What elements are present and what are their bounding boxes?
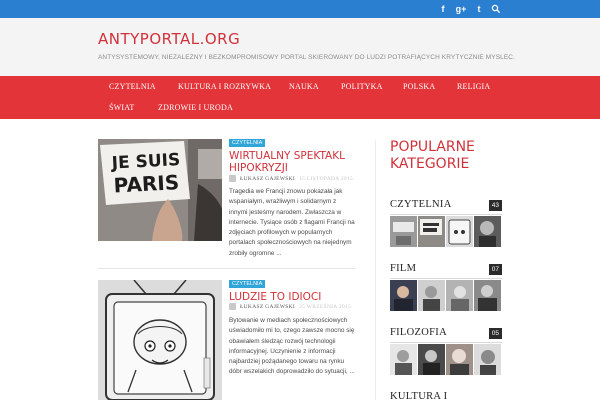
nav-item-religia[interactable]: RELIGIA (457, 82, 490, 91)
author-avatar (229, 303, 236, 310)
post-thumbnail-cartoon[interactable] (98, 280, 222, 400)
category-czytelnia[interactable]: CZYTELNIA 43 (390, 199, 502, 213)
category-thumb[interactable] (446, 216, 473, 247)
category-name[interactable]: FILM (390, 263, 416, 274)
sidebar-title: POPULARNE KATEGORIE (390, 139, 520, 173)
post-excerpt: Bytowanie w mediach społecznościowych uś… (229, 317, 355, 376)
category-thumb[interactable] (446, 280, 473, 311)
category-count: 43 (488, 200, 502, 211)
sidebar-title-line2: KATEGORIE (390, 156, 470, 172)
category-count: 07 (488, 264, 502, 275)
facebook-icon[interactable]: f (437, 3, 449, 15)
category-thumb[interactable] (418, 216, 445, 247)
category-thumb[interactable] (446, 344, 473, 375)
nav-item-nauka[interactable]: NAUKA (289, 82, 319, 91)
nav-item-zdrowie[interactable]: ZDROWIE I URODA (158, 103, 233, 112)
google-plus-icon[interactable]: g+ (455, 3, 467, 15)
top-bar: f g+ t (0, 0, 600, 18)
poster-text-line2: PARIS (113, 170, 180, 197)
category-underline (390, 214, 502, 215)
post-divider (98, 268, 356, 269)
post-date: 15 LISTOPADA 2015 (299, 176, 354, 182)
author-avatar (229, 175, 236, 182)
category-badge[interactable]: CZYTELNIA (229, 139, 266, 147)
nav-item-polska[interactable]: POLSKA (403, 82, 435, 91)
category-thumb[interactable] (418, 344, 445, 375)
post-title[interactable]: LUDZIE TO IDIOCI (229, 291, 321, 303)
category-name[interactable]: FILOZOFIA (390, 327, 447, 338)
category-count: 05 (488, 328, 502, 339)
category-name[interactable]: KULTURA I (390, 391, 447, 400)
post-thumbnail-je-suis-paris[interactable]: JE SUIS PARIS (98, 139, 222, 241)
post-meta: ŁUKASZ GAJEWSKI 15 LISTOPADA 2015 (240, 176, 353, 182)
site-title[interactable]: ANTYPORTAL.ORG (98, 30, 240, 48)
category-underline (390, 342, 502, 343)
nav-item-swiat[interactable]: ŚWIAT (109, 103, 134, 112)
category-thumb[interactable] (418, 280, 445, 311)
post-title-line1[interactable]: LUDZIE TO IDIOCI (229, 291, 321, 303)
sidebar-divider (375, 140, 376, 400)
category-underline (390, 278, 502, 279)
category-kultura[interactable]: KULTURA I (390, 391, 502, 400)
search-icon[interactable] (490, 3, 502, 15)
post-meta: ŁUKASZ GAJEWSKI 25 WRZEŚNIA 2015 (240, 304, 351, 310)
category-filozofia[interactable]: FILOZOFIA 05 (390, 327, 502, 341)
nav-item-kultura[interactable]: KULTURA I ROZRYWKA (178, 82, 271, 91)
category-thumb[interactable] (390, 216, 417, 247)
nav-item-czytelnia[interactable]: CZYTELNIA (109, 82, 156, 91)
category-thumb[interactable] (390, 280, 417, 311)
category-name[interactable]: CZYTELNIA (390, 199, 452, 210)
nav-item-polityka[interactable]: POLITYKA (341, 82, 383, 91)
post-author[interactable]: ŁUKASZ GAJEWSKI (240, 176, 295, 182)
category-thumb[interactable] (390, 344, 417, 375)
sidebar-title-line1: POPULARNE (390, 139, 475, 155)
site-header: ANTYPORTAL.ORG ANTYSYSTEMOWY, NIEZALEŻNY… (0, 18, 600, 76)
main-nav: CZYTELNIA KULTURA I ROZRYWKA NAUKA POLIT… (0, 76, 600, 119)
twitter-icon[interactable]: t (473, 3, 485, 15)
post-title[interactable]: WIRTUALNY SPEKTAKL HIPOKRYZJI (229, 150, 345, 174)
category-thumb[interactable] (474, 344, 501, 375)
post-title-line2[interactable]: HIPOKRYZJI (229, 162, 345, 174)
post-author[interactable]: ŁUKASZ GAJEWSKI (240, 304, 295, 310)
post-excerpt: Tragedia we Francji znowu pokazała jak w… (229, 188, 355, 257)
category-film[interactable]: FILM 07 (390, 263, 502, 277)
site-tagline: ANTYSYSTEMOWY, NIEZALEŻNY I BEZKOMPROMIS… (98, 54, 516, 61)
post-date: 25 WRZEŚNIA 2015 (299, 304, 352, 310)
category-badge[interactable]: CZYTELNIA (229, 280, 266, 288)
post-title-line1[interactable]: WIRTUALNY SPEKTAKL (229, 150, 345, 162)
category-thumb[interactable] (474, 280, 501, 311)
category-thumb[interactable] (474, 216, 501, 247)
